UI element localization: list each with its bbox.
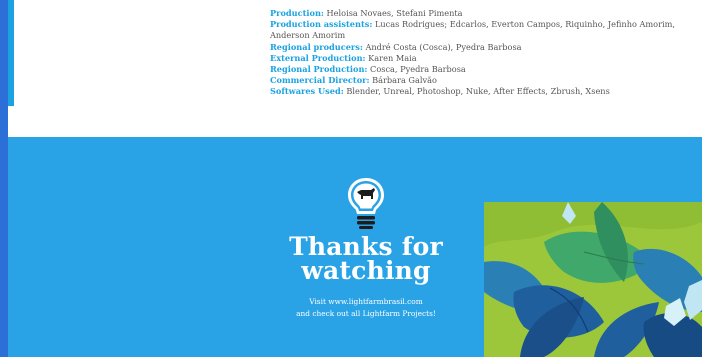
- credit-value: André Costa (Cosca), Pyedra Barbosa: [362, 41, 522, 52]
- accent-bar: [8, 0, 14, 106]
- lightbulb-cow-icon: [344, 175, 388, 231]
- credit-value: Blender, Unreal, Photoshop, Nuke, After …: [343, 86, 610, 97]
- thanks-section: Thanks for watching Visit www.lightfarmb…: [8, 137, 702, 357]
- credit-label: External Production:: [270, 52, 366, 63]
- credit-label: Softwares Used:: [270, 86, 344, 97]
- credit-label: Production:: [270, 8, 324, 18]
- credit-row-softwares-used: Softwares Used: Blender, Unreal, Photosh…: [270, 86, 690, 97]
- credit-row-regional-producers: Regional producers: André Costa (Cosca),…: [270, 42, 690, 53]
- visit-line1: Visit www.lightfarmbrasil.com: [309, 297, 423, 306]
- page-frame: Production: Heloisa Novaes, Stefani Pime…: [8, 0, 702, 357]
- credits-section: Production: Heloisa Novaes, Stefani Pime…: [8, 0, 702, 137]
- credit-value: Karen Maia: [365, 52, 417, 63]
- visit-text: Visit www.lightfarmbrasil.com and check …: [248, 296, 484, 319]
- credit-value: Bárbara Galvão: [369, 75, 437, 86]
- credit-row-commercial-director: Commercial Director: Bárbara Galvão: [270, 75, 690, 86]
- thanks-title: Thanks for watching: [248, 234, 484, 285]
- credit-label: Production assistents:: [270, 19, 373, 30]
- credit-label: Commercial Director:: [270, 75, 370, 86]
- credit-value: Heloisa Novaes, Stefani Pimenta: [323, 8, 463, 18]
- credit-row-regional-production: Regional Production: Cosca, Pyedra Barbo…: [270, 64, 690, 75]
- credit-row-production: Production: Heloisa Novaes, Stefani Pime…: [270, 8, 690, 19]
- credit-value: Cosca, Pyedra Barbosa: [367, 64, 466, 75]
- thanks-title-line2: watching: [301, 256, 431, 285]
- credits-list: Production: Heloisa Novaes, Stefani Pime…: [270, 8, 690, 98]
- credit-row-production-assistents: Production assistents: Lucas Rodrigues; …: [270, 19, 690, 41]
- leaf-artwork: [484, 202, 702, 357]
- credit-label: Regional producers:: [270, 41, 363, 52]
- credit-row-external-production: External Production: Karen Maia: [270, 53, 690, 64]
- visit-line2: and check out all Lightfarm Projects!: [296, 308, 436, 318]
- credit-label: Regional Production:: [270, 64, 368, 75]
